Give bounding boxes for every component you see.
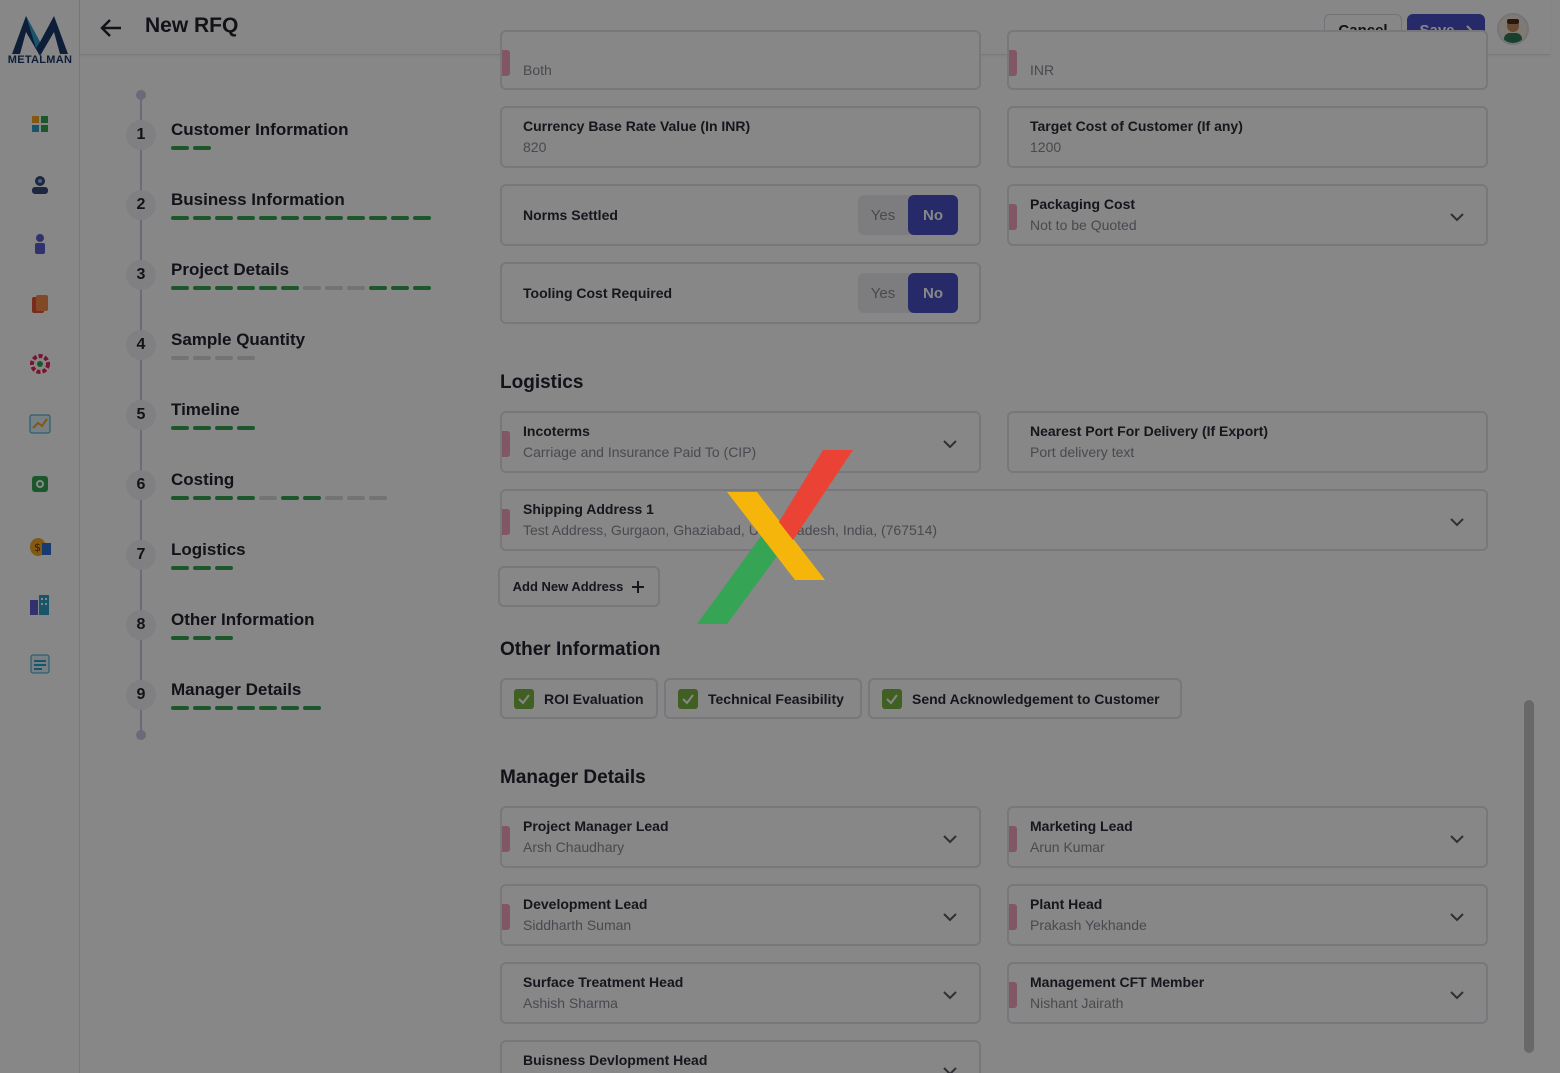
- loading-x-logo-icon: [697, 450, 853, 624]
